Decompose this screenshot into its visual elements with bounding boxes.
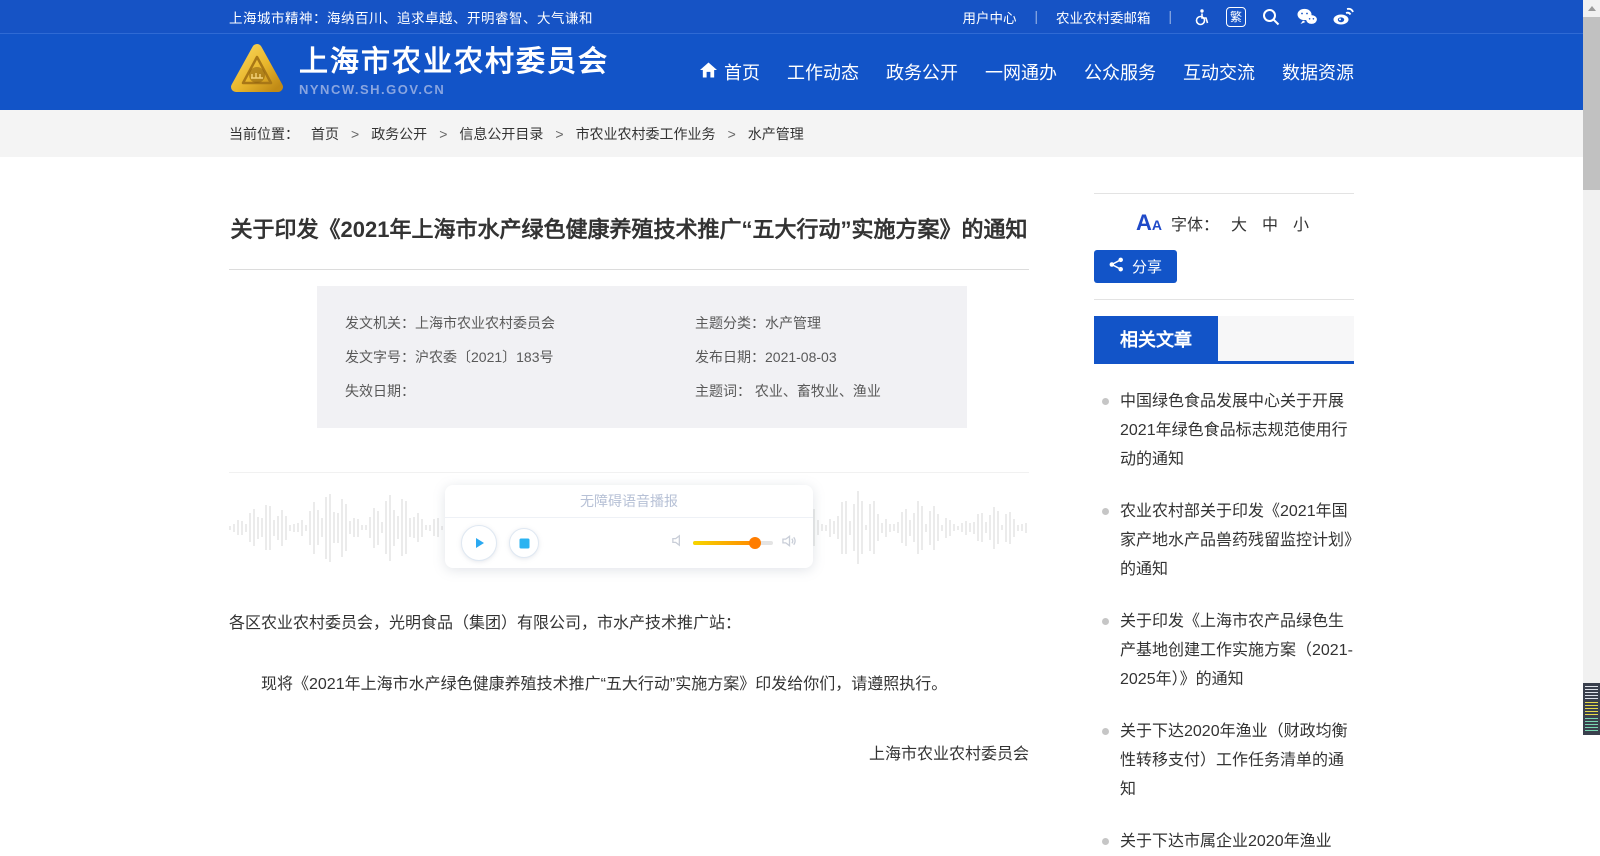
article-paragraph: 现将《2021年上海市水产绿色健康养殖技术推广“五大行动”实施方案》印发给你们，… xyxy=(229,671,1029,698)
breadcrumb-separator: > xyxy=(351,126,359,142)
related-article-item[interactable]: 农业农村部关于印发《2021年国家产地水产品兽药残留监控计划》的通知 xyxy=(1094,497,1354,584)
meta-expiry-date: 失效日期： xyxy=(345,374,695,408)
volume-control xyxy=(671,534,797,553)
related-articles-tab: 相关文章 xyxy=(1094,316,1218,364)
related-articles-header: 相关文章 xyxy=(1094,316,1354,364)
scrollbar[interactable] xyxy=(1583,0,1600,735)
nav-item-public-service[interactable]: 公众服务 xyxy=(1084,59,1156,85)
separator: | xyxy=(1034,9,1038,24)
play-button[interactable] xyxy=(461,525,497,561)
font-size-medium[interactable]: 中 xyxy=(1262,211,1278,235)
volume-slider[interactable] xyxy=(693,541,773,545)
site-logo-icon xyxy=(229,42,285,103)
user-center-link[interactable]: 用户中心 xyxy=(962,7,1016,27)
article-signature: 上海市农业农村委员会 xyxy=(229,740,1029,764)
sidebar: AA 字体： 大 中 小 分享 相关文章 xyxy=(1094,157,1354,856)
separator: | xyxy=(1168,9,1172,24)
nav-item-one-portal[interactable]: 一网通办 xyxy=(985,59,1057,85)
page: 上海城市精神：海纳百川、追求卓越、开明睿智、大气谦和 用户中心 | 农业农村委邮… xyxy=(0,0,1583,856)
minimap-segment xyxy=(1585,718,1598,732)
nav-item-interaction[interactable]: 互动交流 xyxy=(1183,59,1255,85)
bullet-icon xyxy=(1102,838,1109,845)
meta-document-number: 发文字号：沪农委〔2021〕183号 xyxy=(345,340,695,374)
font-size-small[interactable]: 小 xyxy=(1293,211,1309,235)
breadcrumb-separator: > xyxy=(439,126,447,142)
breadcrumb-bar: 当前位置： 首页 > 政务公开 > 信息公开目录 > 市农业农村委工作业务 > … xyxy=(0,110,1583,157)
volume-fill xyxy=(693,541,755,545)
traditional-chinese-toggle[interactable]: 繁 xyxy=(1226,7,1246,27)
nav-item-work-news[interactable]: 工作动态 xyxy=(787,59,859,85)
share-button[interactable]: 分享 xyxy=(1094,250,1177,283)
breadcrumb: 当前位置： 首页 > 政务公开 > 信息公开目录 > 市农业农村委工作业务 > … xyxy=(229,110,1354,157)
audio-reader-section: 无障碍语音播报 xyxy=(229,472,1029,576)
nav-item-gov-affairs[interactable]: 政务公开 xyxy=(886,59,958,85)
search-icon[interactable] xyxy=(1260,6,1282,28)
stop-icon xyxy=(519,538,530,549)
minimap-segment xyxy=(1585,702,1598,716)
scrollbar-thumb[interactable] xyxy=(1583,17,1600,190)
meta-publish-date: 发布日期：2021-08-03 xyxy=(695,340,967,374)
title-divider xyxy=(229,269,1029,270)
scrollbar-up-button[interactable] xyxy=(1583,0,1600,17)
related-article-item[interactable]: 关于下达2020年渔业（财政均衡性转移支付）工作任务清单的通知 xyxy=(1094,717,1354,804)
accessibility-icon[interactable] xyxy=(1190,6,1212,28)
audio-player-controls xyxy=(445,518,813,568)
audio-player-title: 无障碍语音播报 xyxy=(445,485,813,518)
scrollbar-up-arrow-icon xyxy=(1588,6,1596,11)
bullet-icon xyxy=(1102,398,1109,405)
site-title: 上海市农业农村委员会 xyxy=(299,47,609,79)
stop-button[interactable] xyxy=(509,528,539,558)
font-size-tool: AA 字体： 大 中 小 xyxy=(1094,194,1354,248)
mailbox-link[interactable]: 农业农村委邮箱 xyxy=(1056,7,1151,27)
article: 关于印发《2021年上海市水产绿色健康养殖技术推广“五大行动”实施方案》的通知 … xyxy=(229,157,1029,856)
meta-issuing-agency: 发文机关：上海市农业农村委员会 xyxy=(345,306,695,340)
site-header: 上海市农业农村委员会 NYNCW.SH.GOV.CN 首页 工作动态 政务公开 … xyxy=(0,33,1583,110)
breadcrumb-item-fishery-mgmt[interactable]: 水产管理 xyxy=(748,124,804,144)
related-article-item[interactable]: 关于下达市属企业2020年渔业 xyxy=(1094,827,1354,856)
related-article-item[interactable]: 中国绿色食品发展中心关于开展2021年绿色食品标志规范使用行动的通知 xyxy=(1094,387,1354,474)
font-size-large[interactable]: 大 xyxy=(1231,211,1247,235)
font-size-icon: AA xyxy=(1136,212,1162,234)
audio-player: 无障碍语音播报 xyxy=(445,485,813,568)
home-icon xyxy=(700,62,717,83)
bullet-icon xyxy=(1102,618,1109,625)
wechat-icon[interactable] xyxy=(1296,6,1318,28)
bullet-icon xyxy=(1102,728,1109,735)
meta-keywords: 主题词： 农业、畜牧业、渔业 xyxy=(695,374,967,408)
main-content: 关于印发《2021年上海市水产绿色健康养殖技术推广“五大行动”实施方案》的通知 … xyxy=(229,157,1354,856)
volume-down-icon[interactable] xyxy=(671,534,684,552)
article-paragraph: 各区农业农村委员会，光明食品（集团）有限公司，市水产技术推广站： xyxy=(229,610,1029,637)
meta-topic-category: 主题分类：水产管理 xyxy=(695,306,967,340)
sidebar-divider xyxy=(1094,299,1354,300)
related-articles-list: 中国绿色食品发展中心关于开展2021年绿色食品标志规范使用行动的通知 农业农村部… xyxy=(1094,387,1354,856)
topbar-links: 用户中心 | 农业农村委邮箱 | 繁 xyxy=(962,6,1354,28)
breadcrumb-item-committee-work[interactable]: 市农业农村委工作业务 xyxy=(576,124,716,144)
city-spirit-slogan: 上海城市精神：海纳百川、追求卓越、开明睿智、大气谦和 xyxy=(229,7,593,27)
volume-handle[interactable] xyxy=(749,537,761,549)
breadcrumb-label: 当前位置： xyxy=(229,124,299,144)
related-article-item[interactable]: 关于印发《上海市农产品绿色生产基地创建工作实施方案（2021-2025年）》的通… xyxy=(1094,607,1354,694)
site-domain: NYNCW.SH.GOV.CN xyxy=(299,82,609,97)
nav-item-home[interactable]: 首页 xyxy=(700,59,760,85)
minimap-segment xyxy=(1585,686,1598,700)
top-utility-bar: 上海城市精神：海纳百川、追求卓越、开明睿智、大气谦和 用户中心 | 农业农村委邮… xyxy=(0,0,1583,33)
play-icon xyxy=(472,536,486,550)
breadcrumb-item-info-catalog[interactable]: 信息公开目录 xyxy=(459,124,543,144)
breadcrumb-item-home[interactable]: 首页 xyxy=(311,124,339,144)
article-title: 关于印发《2021年上海市水产绿色健康养殖技术推广“五大行动”实施方案》的通知 xyxy=(229,213,1029,247)
breadcrumb-item-gov-affairs[interactable]: 政务公开 xyxy=(371,124,427,144)
document-meta-box: 发文机关：上海市农业农村委员会 发文字号：沪农委〔2021〕183号 失效日期：… xyxy=(317,286,967,428)
weibo-icon[interactable] xyxy=(1332,6,1354,28)
scroll-minimap-badge xyxy=(1583,683,1600,735)
bullet-icon xyxy=(1102,508,1109,515)
nav-item-data-resources[interactable]: 数据资源 xyxy=(1282,59,1354,85)
breadcrumb-separator: > xyxy=(555,126,563,142)
font-size-label: 字体： xyxy=(1171,211,1219,235)
share-icon xyxy=(1109,257,1124,276)
site-brand[interactable]: 上海市农业农村委员会 NYNCW.SH.GOV.CN xyxy=(229,42,609,103)
main-nav: 首页 工作动态 政务公开 一网通办 公众服务 互动交流 数据资源 xyxy=(700,59,1354,85)
volume-up-icon[interactable] xyxy=(782,534,797,553)
breadcrumb-separator: > xyxy=(728,126,736,142)
